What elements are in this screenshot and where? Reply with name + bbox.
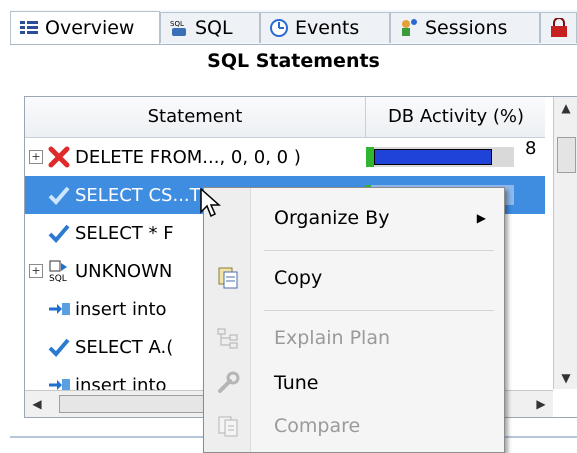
- menu-separator: [264, 310, 494, 311]
- activity-value: 8: [525, 138, 537, 159]
- tab-label: SQL: [195, 17, 233, 39]
- submenu-arrow-icon: ▶: [476, 211, 486, 225]
- copy-icon: [216, 266, 240, 290]
- tab-sql[interactable]: SQL SQL: [160, 12, 260, 43]
- insert-arrow-icon: [47, 297, 71, 321]
- panel-title: SQL Statements: [207, 50, 380, 72]
- scroll-up-arrow-icon[interactable]: ▲: [554, 97, 577, 119]
- scroll-thumb[interactable]: [59, 395, 221, 413]
- tab-overview[interactable]: Overview: [10, 11, 160, 44]
- column-header-db-activity[interactable]: DB Activity (%): [366, 97, 546, 137]
- mouse-cursor-icon: [200, 187, 226, 220]
- statement-text: UNKNOWN: [75, 260, 173, 282]
- lock-icon: [549, 17, 569, 38]
- overview-icon: [19, 18, 39, 38]
- menu-item-organize-by[interactable]: Organize By ▶: [204, 200, 504, 236]
- scroll-right-arrow-icon[interactable]: ▶: [529, 393, 553, 415]
- statement-text: insert into: [75, 298, 167, 320]
- activity-bar-fill: [374, 149, 492, 165]
- tab-events[interactable]: Events: [260, 12, 390, 43]
- svg-text:SQL: SQL: [170, 20, 184, 28]
- table-row[interactable]: + DELETE FROM..., 0, 0, 0 ) 8: [25, 138, 545, 176]
- menu-item-label: Organize By: [274, 207, 390, 229]
- compare-icon: [216, 414, 240, 438]
- expand-toggle[interactable]: +: [29, 264, 43, 278]
- statement-text: SELECT * F: [75, 222, 174, 244]
- tab-bar: Overview SQL SQL Events Sessions: [10, 10, 577, 45]
- menu-separator: [264, 250, 494, 251]
- menu-item-label: Copy: [274, 267, 323, 289]
- scroll-left-arrow-icon[interactable]: ◀: [25, 393, 49, 415]
- tab-sessions[interactable]: Sessions: [390, 12, 540, 43]
- sessions-icon: [399, 18, 419, 38]
- vertical-scrollbar[interactable]: ▲ ▼: [553, 97, 577, 389]
- events-clock-icon: [269, 18, 289, 38]
- menu-item-explain-plan: Explain Plan: [204, 320, 504, 356]
- svg-text:SQL: SQL: [49, 274, 67, 283]
- check-icon: [47, 221, 71, 245]
- column-header-statement[interactable]: Statement: [25, 97, 366, 137]
- statement-text: SELECT A.(: [75, 336, 174, 358]
- sql-unknown-icon: SQL: [47, 259, 71, 284]
- error-x-icon: [47, 145, 71, 169]
- table-header: Statement DB Activity (%): [25, 97, 545, 138]
- tab-locks[interactable]: [540, 12, 577, 43]
- scroll-down-arrow-icon[interactable]: ▼: [554, 367, 577, 389]
- menu-item-compare: Compare: [204, 408, 504, 444]
- tab-label: Overview: [45, 17, 135, 39]
- activity-bar-green: [366, 147, 374, 167]
- check-icon: [47, 183, 71, 207]
- statement-text: DELETE FROM..., 0, 0, 0 ): [75, 146, 301, 168]
- activity-bar: [366, 147, 514, 167]
- check-icon: [47, 335, 71, 359]
- sql-icon: SQL: [169, 18, 189, 38]
- menu-item-label: Compare: [274, 415, 361, 437]
- expand-toggle[interactable]: +: [29, 150, 43, 164]
- tab-label: Sessions: [425, 17, 508, 39]
- menu-item-tune[interactable]: Tune: [204, 365, 504, 401]
- tune-wrench-icon: [216, 371, 240, 395]
- explain-plan-icon: [216, 326, 240, 350]
- context-menu: Organize By ▶ Copy Explain Plan Tune Com…: [203, 187, 505, 453]
- menu-item-label: Tune: [274, 372, 319, 394]
- scroll-thumb[interactable]: [557, 137, 576, 173]
- menu-item-copy[interactable]: Copy: [204, 260, 504, 296]
- tab-label: Events: [295, 17, 360, 39]
- menu-item-label: Explain Plan: [274, 327, 391, 349]
